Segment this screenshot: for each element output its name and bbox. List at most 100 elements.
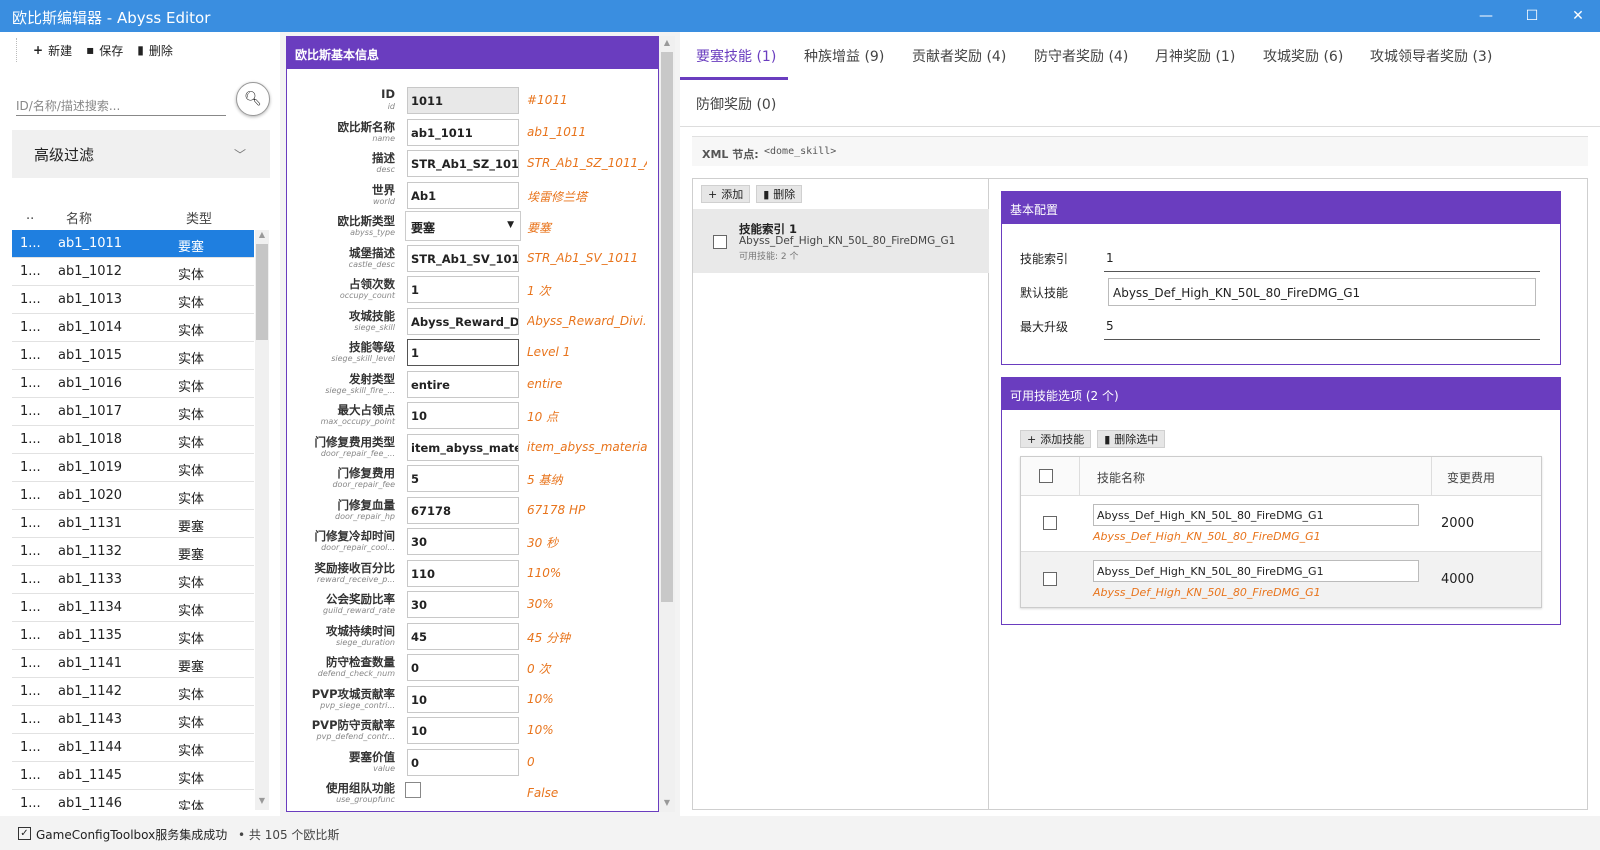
add-skill-index-button[interactable]: + 添加 [701, 185, 751, 203]
field-hint: 5 基纳 [527, 473, 563, 487]
tab-defense-reward[interactable]: 防御奖励 (0) [696, 94, 776, 114]
list-item[interactable]: 1... ab1_1017 实体 [12, 398, 254, 426]
list-item[interactable]: 1... ab1_1013 实体 [12, 286, 254, 314]
save-button[interactable]: ▪ 保存 [86, 42, 123, 59]
list-item[interactable]: 1... ab1_1142 实体 [12, 678, 254, 706]
minimize-button[interactable]: — [1463, 0, 1509, 32]
table-row[interactable]: Abyss_Def_High_KN_50L_80_FireDMG_G1 Abys… [1021, 495, 1541, 551]
tab-defender-reward[interactable]: 防守者奖励 (4) [1034, 46, 1128, 66]
field-key: siege_skill [354, 322, 395, 332]
list-item[interactable]: 1... ab1_1141 要塞 [12, 650, 254, 678]
list-item[interactable]: 1... ab1_1133 实体 [12, 566, 254, 594]
list-item[interactable]: 1... ab1_1145 实体 [12, 762, 254, 790]
field-input[interactable]: 0 [407, 748, 519, 776]
field-input[interactable]: entire [407, 370, 519, 398]
field-input[interactable]: 1 [407, 276, 519, 303]
field-input[interactable]: 30 [407, 528, 519, 555]
field-input[interactable]: Abyss_Reward_Divine [407, 307, 519, 335]
field-key: castle_desc [348, 259, 395, 269]
field-input[interactable]: 10 [407, 685, 519, 713]
list-item[interactable]: 1... ab1_1016 实体 [12, 370, 254, 398]
config-default-input[interactable]: Abyss_Def_High_KN_50L_80_FireDMG_G1 [1108, 278, 1536, 306]
list-item[interactable]: 1... ab1_1015 实体 [12, 342, 254, 370]
list-item[interactable]: 1... ab1_1012 实体 [12, 258, 254, 286]
list-item[interactable]: 1... ab1_1143 实体 [12, 706, 254, 734]
delete-skill-index-button[interactable]: ▮ 删除 [756, 185, 803, 203]
list-item[interactable]: 1... ab1_1132 要塞 [12, 538, 254, 566]
change-cost[interactable]: 2000 [1441, 516, 1474, 531]
tab-row-1: 要塞技能 (1) 种族增益 (9) 贡献者奖励 (4) 防守者奖励 (4) 月神… [680, 32, 1600, 80]
change-cost[interactable]: 4000 [1441, 572, 1474, 587]
list-item[interactable]: 1... ab1_1014 实体 [12, 314, 254, 342]
tab-luna-reward[interactable]: 月神奖励 (1) [1155, 46, 1235, 66]
field-input[interactable]: 10 [407, 402, 519, 429]
field-input[interactable]: 0 [407, 654, 519, 681]
column-name[interactable]: 名称 [66, 208, 92, 227]
field-input[interactable]: STR_Ab1_SZ_1011_A [407, 150, 519, 177]
scroll-up-icon[interactable]: ▲ [255, 230, 269, 242]
row-checkbox[interactable] [1043, 572, 1057, 586]
select-all-checkbox[interactable] [1039, 469, 1053, 483]
tab-contributor-reward[interactable]: 贡献者奖励 (4) [912, 46, 1006, 66]
trash-icon: ▮ [1104, 432, 1111, 446]
skill-name-input[interactable]: Abyss_Def_High_KN_50L_80_FireDMG_G1 [1093, 504, 1419, 526]
tab-siege-reward[interactable]: 攻城奖励 (6) [1263, 46, 1343, 66]
field-input[interactable]: 1 [407, 339, 519, 366]
scroll-down-icon[interactable]: ▼ [659, 798, 675, 807]
list-item[interactable]: 1... ab1_1018 实体 [12, 426, 254, 454]
list-item[interactable]: 1... ab1_1019 实体 [12, 454, 254, 482]
scroll-up-icon[interactable]: ▲ [659, 38, 675, 47]
field-input[interactable]: Ab1 [407, 181, 519, 209]
field-row-use_groupfunc: 使用组队功能 use_groupfunc False [287, 778, 658, 809]
field-input[interactable]: 45 [407, 622, 519, 650]
skill-name-input[interactable]: Abyss_Def_High_KN_50L_80_FireDMG_G1 [1093, 560, 1419, 582]
maximize-button[interactable]: ☐ [1509, 0, 1555, 32]
field-checkbox[interactable] [405, 782, 421, 798]
field-input[interactable]: 10 [407, 717, 519, 744]
row-checkbox[interactable] [1043, 516, 1057, 530]
list-item[interactable]: 1... ab1_1020 实体 [12, 482, 254, 510]
delete-button[interactable]: ▮ 删除 [137, 42, 173, 59]
abyss-type-select[interactable]: 要塞 ▼ [405, 211, 521, 241]
search-input[interactable]: ID/名称/描述搜索... [16, 90, 226, 116]
scroll-down-icon[interactable]: ▼ [255, 796, 269, 808]
column-type[interactable]: 类型 [186, 208, 212, 227]
search-button[interactable]: 🔍︎ [236, 82, 270, 116]
list-item[interactable]: 1... ab1_1144 实体 [12, 734, 254, 762]
scroll-thumb[interactable] [661, 52, 673, 602]
list-item[interactable]: 1... ab1_1011 要塞 [12, 230, 254, 258]
field-hint: 10% [527, 691, 554, 706]
delete-selected-button[interactable]: ▮ 删除选中 [1097, 430, 1166, 448]
skill-index-checkbox[interactable] [713, 235, 727, 249]
scroll-thumb[interactable] [256, 244, 268, 340]
close-button[interactable]: ✕ [1555, 0, 1600, 32]
field-input[interactable]: ab1_1011 [407, 118, 519, 146]
list-item-id: 1... [20, 768, 41, 783]
basic-info-scrollbar[interactable]: ▲ ▼ [659, 36, 675, 812]
field-input[interactable]: STR_Ab1_SV_1011 [407, 244, 519, 272]
tab-siege-leader-reward[interactable]: 攻城领导者奖励 (3) [1370, 46, 1492, 66]
list-scrollbar[interactable]: ▲ ▼ [255, 230, 269, 810]
field-input[interactable]: item_abyss_material_ [407, 433, 519, 461]
field-input[interactable]: 5 [407, 465, 519, 492]
field-input[interactable]: 30 [407, 591, 519, 618]
field-input[interactable]: 110 [407, 559, 519, 587]
field-hint: entire [527, 376, 563, 391]
field-key: occupy_count [339, 291, 395, 300]
list-item[interactable]: 1... ab1_1131 要塞 [12, 510, 254, 538]
column-id[interactable]: .. [26, 208, 34, 223]
abyss-list: 1... ab1_1011 要塞 1... ab1_1012 实体 1... ab1_1013… [12, 230, 254, 810]
config-maxup-input[interactable]: 5 [1104, 312, 1540, 340]
list-item[interactable]: 1... ab1_1134 实体 [12, 594, 254, 622]
list-item[interactable]: 1... ab1_1135 实体 [12, 622, 254, 650]
new-button[interactable]: + 新建 [33, 42, 72, 59]
list-item[interactable]: 1... ab1_1146 实体 [12, 790, 254, 810]
field-input[interactable]: 67178 [407, 496, 519, 524]
tab-race-buff[interactable]: 种族增益 (9) [804, 46, 884, 66]
config-index-input[interactable]: 1 [1104, 244, 1540, 272]
table-row[interactable]: Abyss_Def_High_KN_50L_80_FireDMG_G1 Abys… [1021, 551, 1541, 607]
tab-fortress-skill[interactable]: 要塞技能 (1) [696, 46, 776, 66]
add-option-button[interactable]: + 添加技能 [1020, 430, 1092, 448]
skill-index-item[interactable]: 技能索引 1 Abyss_Def_High_KN_50L_80_FireDMG_… [693, 209, 989, 273]
advanced-filter[interactable]: 高级过滤 ﹀ [12, 130, 270, 178]
